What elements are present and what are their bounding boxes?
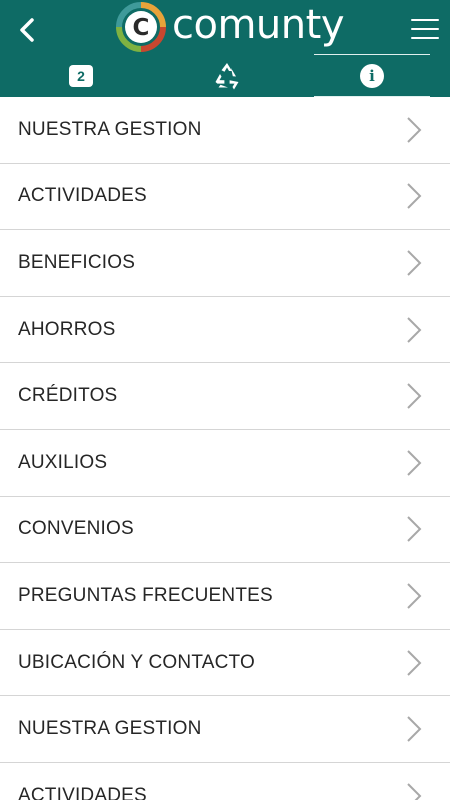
- list-item-label: ACTIVIDADES: [18, 185, 147, 207]
- badge-icon: 2: [69, 64, 93, 87]
- list-item-label: NUESTRA GESTION: [18, 718, 202, 740]
- list-item[interactable]: CONVENIOS: [0, 496, 450, 564]
- list-item[interactable]: CRÉDITOS: [0, 363, 450, 430]
- list-item[interactable]: ACTIVIDADES: [0, 163, 450, 231]
- menu-list: NUESTRA GESTION ACTIVIDADES BENEFICIOS AHOR…: [0, 97, 450, 800]
- chevron-right-icon: [407, 183, 422, 210]
- back-button[interactable]: [10, 12, 46, 48]
- info-icon: i: [360, 63, 384, 88]
- list-item-label: BENEFICIOS: [18, 251, 136, 273]
- list-item[interactable]: NUESTRA GESTION: [0, 97, 450, 164]
- tab-notifications[interactable]: 2: [23, 54, 139, 97]
- list-item-label: UBICACIÓN Y CONTACTO: [18, 651, 255, 673]
- list-item-label: ACTIVIDADES: [18, 784, 147, 800]
- chevron-right-icon: [407, 383, 422, 409]
- chevron-right-icon: [407, 117, 422, 143]
- chevron-left-icon: [20, 18, 34, 42]
- list-item-label: AUXILIOS: [18, 451, 108, 473]
- list-item-label: CONVENIOS: [18, 518, 134, 540]
- list-item[interactable]: UBICACIÓN Y CONTACTO: [0, 629, 450, 697]
- hamburger-line: [411, 37, 439, 39]
- logo-text: comunty: [172, 2, 345, 48]
- list-item-label: CRÉDITOS: [18, 385, 118, 407]
- list-item-label: NUESTRA GESTION: [18, 118, 202, 140]
- menu-button[interactable]: [408, 14, 442, 44]
- list-item[interactable]: PREGUNTAS FRECUENTES: [0, 563, 450, 630]
- brand-logo: C comunty: [116, 0, 345, 54]
- chevron-right-icon: [407, 250, 422, 276]
- tab-bar: 2 i: [0, 54, 450, 97]
- chevron-right-icon: [407, 649, 422, 676]
- chevron-right-icon: [407, 583, 422, 609]
- chevron-right-icon: [407, 516, 422, 543]
- list-item-label: PREGUNTAS FRECUENTES: [18, 584, 273, 606]
- list-item-label: AHORROS: [18, 318, 116, 340]
- hamburger-line: [411, 19, 439, 21]
- hamburger-line: [411, 28, 439, 30]
- recycle-icon: [215, 62, 239, 89]
- chevron-right-icon: [407, 783, 422, 800]
- chevron-right-icon: [407, 716, 422, 742]
- list-item[interactable]: AHORROS: [0, 296, 450, 364]
- chevron-right-icon: [407, 316, 422, 343]
- logo-mark-icon: C: [116, 2, 166, 52]
- list-item[interactable]: BENEFICIOS: [0, 230, 450, 297]
- app-screen: C comunty 2 i NUESTRA GESTION ACTIVIDADE…: [0, 0, 450, 800]
- list-item[interactable]: NUESTRA GESTION: [0, 696, 450, 763]
- tab-recycle[interactable]: [169, 54, 285, 97]
- chevron-right-icon: [407, 450, 422, 476]
- tab-info[interactable]: i: [314, 54, 430, 97]
- list-item[interactable]: AUXILIOS: [0, 429, 450, 497]
- list-item[interactable]: ACTIVIDADES: [0, 762, 450, 800]
- app-header: C comunty 2 i: [0, 0, 450, 97]
- logo-letter: C: [133, 15, 150, 41]
